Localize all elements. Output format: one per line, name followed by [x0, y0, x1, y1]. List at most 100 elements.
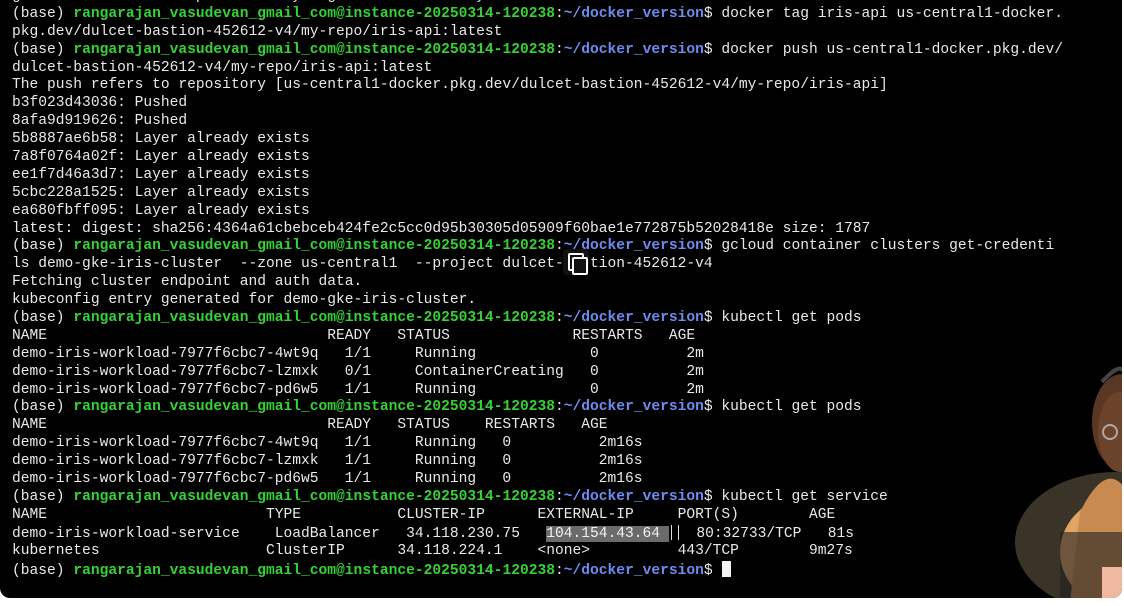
presenter-video: [1010, 362, 1122, 598]
output-line: demo-iris-workload-7977f6cbc7-pd6w5 1/1 …: [12, 471, 1122, 489]
prompt-directory: ~/docker_version: [563, 488, 704, 505]
command-text: kubectl get pods: [721, 310, 862, 327]
prompt-env: (base): [12, 5, 74, 22]
output-text: 80:32733/TCP 81s: [678, 525, 854, 542]
output-text: demo-iris-workload-7977f6cbc7-4wt9q 1/1 …: [12, 345, 704, 362]
output-line: demo-iris-workload-7977f6cbc7-pd6w5 1/1 …: [12, 382, 1122, 400]
output-line: 7a8f0764a02f: Layer already exists: [12, 149, 1122, 167]
output-line: ee1f7d46a3d7: Layer already exists: [12, 167, 1122, 185]
prompt-user-host: rangarajan_vasudevan_gmail_com@instance-…: [73, 238, 555, 255]
prompt-separator: :: [555, 310, 564, 327]
output-text: 7a8f0764a02f: Layer already exists: [12, 149, 310, 166]
prompt-separator: :: [555, 399, 564, 416]
output-line: pkg.dev/dulcet-bastion-452612-v4/my-repo…: [12, 24, 1122, 42]
prompt-line: (base) rangarajan_vasudevan_gmail_com@in…: [12, 310, 1122, 328]
output-line: demo-iris-workload-7977f6cbc7-lzmxk 1/1 …: [12, 453, 1122, 471]
output-line: b3f023d43036: Pushed: [12, 95, 1122, 113]
prompt-line: (base) rangarajan_vasudevan_gmail_com@in…: [12, 489, 1122, 507]
output-text: NAME TYPE CLUSTER-IP EXTERNAL-IP PORT(S)…: [12, 506, 836, 523]
output-text: 5b8887ae6b58: Layer already exists: [12, 131, 310, 148]
prompt-separator: :: [555, 562, 564, 579]
output-text: gcloud credential-helpers already regist…: [12, 0, 494, 4]
prompt-user-host: rangarajan_vasudevan_gmail_com@instance-…: [73, 5, 555, 22]
output-text: demo-iris-workload-7977f6cbc7-pd6w5 1/1 …: [12, 471, 643, 488]
terminal-window[interactable]: gcloud credential-helpers already regist…: [0, 0, 1122, 598]
output-text: kubernetes ClusterIP 34.118.224.1 <none>…: [12, 542, 853, 559]
copy-icon[interactable]: [563, 249, 589, 275]
command-text: gcloud container clusters get-credenti: [721, 238, 1055, 255]
prompt-user-host: rangarajan_vasudevan_gmail_com@instance-…: [73, 41, 555, 58]
prompt-env: (base): [12, 399, 74, 416]
output-line: NAME TYPE CLUSTER-IP EXTERNAL-IP PORT(S)…: [12, 507, 1122, 525]
prompt-user-host: rangarajan_vasudevan_gmail_com@instance-…: [73, 562, 555, 579]
output-line: kubeconfig entry generated for demo-gke-…: [12, 292, 1122, 310]
output-text: latest: digest: sha256:4364a61cbebceb424…: [12, 220, 871, 237]
prompt-symbol: $: [703, 562, 722, 579]
prompt-env: (base): [12, 562, 74, 579]
selected-external-ip[interactable]: 104.154.43.64: [546, 525, 669, 542]
prompt-line: (base) rangarajan_vasudevan_gmail_com@in…: [12, 399, 1122, 417]
output-text: kubeconfig entry generated for demo-gke-…: [12, 292, 477, 309]
prompt-user-host: rangarajan_vasudevan_gmail_com@instance-…: [73, 310, 555, 327]
output-text: NAME READY STATUS RESTARTS AGE: [12, 417, 608, 434]
output-line: latest: digest: sha256:4364a61cbebceb424…: [12, 221, 1122, 239]
prompt-separator: :: [555, 5, 564, 22]
prompt-line: (base) rangarajan_vasudevan_gmail_com@in…: [12, 560, 1122, 579]
prompt-separator: :: [555, 488, 564, 505]
prompt-symbol: $: [703, 5, 722, 22]
output-line: NAME READY STATUS RESTARTS AGE: [12, 417, 1122, 435]
prompt-env: (base): [12, 488, 74, 505]
prompt-directory: ~/docker_version: [563, 562, 704, 579]
output-line: demo-iris-workload-service LoadBalancer …: [12, 524, 1122, 543]
output-text: Fetching cluster endpoint and auth data.: [12, 274, 363, 291]
output-text: 5cbc228a1525: Layer already exists: [12, 184, 310, 201]
output-line: demo-iris-workload-7977f6cbc7-4wt9q 1/1 …: [12, 435, 1122, 453]
prompt-symbol: $: [703, 238, 722, 255]
command-text: docker tag iris-api us-central1-docker.: [721, 5, 1063, 22]
text-cursor[interactable]: [722, 560, 732, 577]
output-text: The push refers to repository [us-centra…: [12, 77, 888, 94]
prompt-env: (base): [12, 310, 74, 327]
output-line: 8afa9d919626: Pushed: [12, 113, 1122, 131]
prompt-separator: :: [555, 41, 564, 58]
output-line: 5cbc228a1525: Layer already exists: [12, 185, 1122, 203]
prompt-symbol: $: [703, 41, 722, 58]
prompt-directory: ~/docker_version: [563, 41, 704, 58]
prompt-line: (base) rangarajan_vasudevan_gmail_com@in…: [12, 6, 1122, 24]
output-line: Fetching cluster endpoint and auth data.: [12, 274, 1122, 292]
output-text: demo-iris-workload-7977f6cbc7-lzmxk 1/1 …: [12, 453, 643, 470]
output-text: b3f023d43036: Pushed: [12, 95, 188, 112]
terminal-output[interactable]: gcloud credential-helpers already regist…: [12, 0, 1122, 579]
output-line: 5b8887ae6b58: Layer already exists: [12, 131, 1122, 149]
output-text: ls demo-gke-iris-cluster --zone us-centr…: [12, 256, 713, 273]
output-text: demo-iris-workload-7977f6cbc7-4wt9q 1/1 …: [12, 435, 643, 452]
command-text: kubectl get pods: [721, 399, 862, 416]
output-text: demo-iris-workload-7977f6cbc7-lzmxk 0/1 …: [12, 363, 704, 380]
output-line: kubernetes ClusterIP 34.118.224.1 <none>…: [12, 543, 1122, 561]
prompt-directory: ~/docker_version: [563, 5, 704, 22]
output-text: 8afa9d919626: Pushed: [12, 113, 188, 130]
output-text: demo-iris-workload-7977f6cbc7-pd6w5 1/1 …: [12, 381, 704, 398]
prompt-env: (base): [12, 41, 74, 58]
prompt-directory: ~/docker_version: [563, 310, 704, 327]
output-text: dulcet-bastion-452612-v4/my-repo/iris-ap…: [12, 59, 433, 76]
output-line: ea680fbff095: Layer already exists: [12, 203, 1122, 221]
output-text: ee1f7d46a3d7: Layer already exists: [12, 166, 310, 183]
output-text: demo-iris-workload-service LoadBalancer …: [12, 525, 547, 542]
ibeam-cursor-icon: [670, 524, 679, 540]
command-text: docker push us-central1-docker.pkg.dev/: [721, 41, 1063, 58]
prompt-directory: ~/docker_version: [563, 399, 704, 416]
prompt-user-host: rangarajan_vasudevan_gmail_com@instance-…: [73, 488, 555, 505]
output-text: pkg.dev/dulcet-bastion-452612-v4/my-repo…: [12, 23, 503, 40]
prompt-symbol: $: [703, 488, 722, 505]
prompt-symbol: $: [703, 310, 722, 327]
output-line: demo-iris-workload-7977f6cbc7-lzmxk 0/1 …: [12, 364, 1122, 382]
command-text: kubectl get service: [721, 488, 888, 505]
prompt-line: (base) rangarajan_vasudevan_gmail_com@in…: [12, 42, 1122, 60]
output-line: demo-iris-workload-7977f6cbc7-4wt9q 1/1 …: [12, 346, 1122, 364]
output-text: NAME READY STATUS RESTARTS AGE: [12, 327, 696, 344]
prompt-env: (base): [12, 238, 74, 255]
output-line: NAME READY STATUS RESTARTS AGE: [12, 328, 1122, 346]
output-line: dulcet-bastion-452612-v4/my-repo/iris-ap…: [12, 60, 1122, 78]
prompt-symbol: $: [703, 399, 722, 416]
